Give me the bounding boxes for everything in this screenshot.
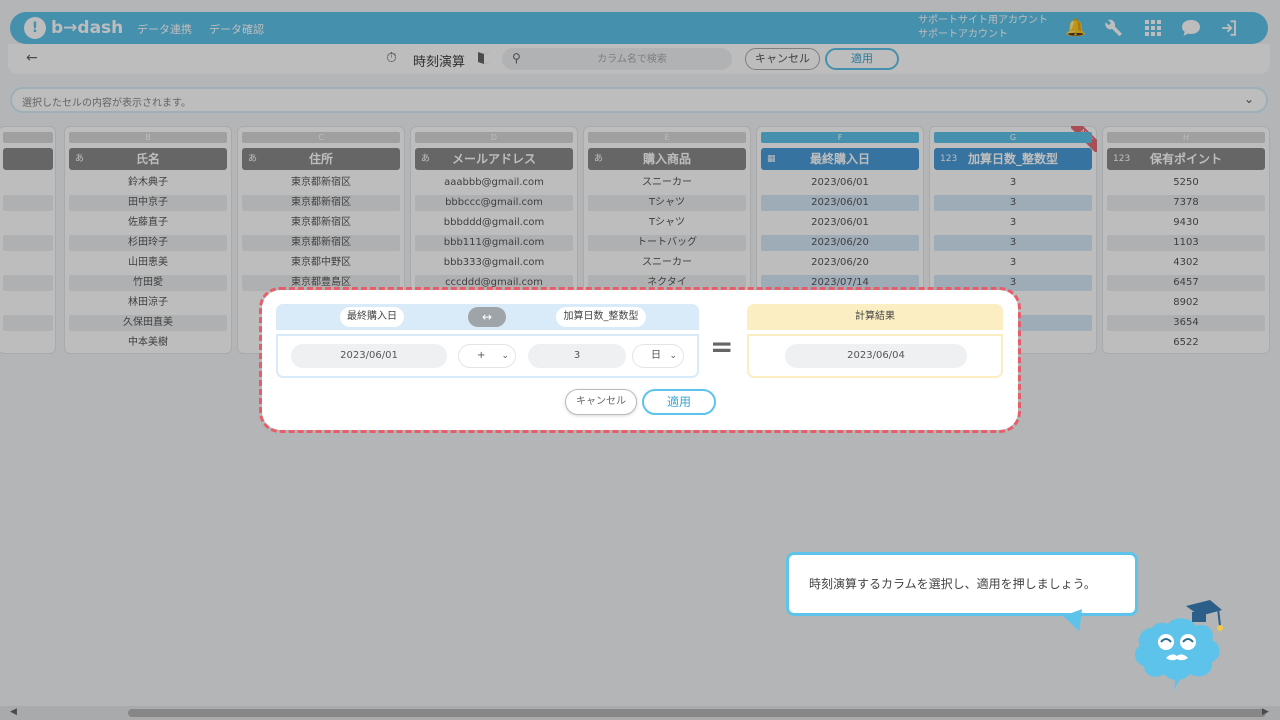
right-operand-label: 加算日数_整数型 xyxy=(556,307,646,327)
result-label: 計算結果 xyxy=(747,304,1003,330)
equals-sign: = xyxy=(710,330,734,363)
guide-tooltip: 時刻演算するカラムを選択し、適用を押しましょう。 xyxy=(786,552,1138,616)
chevron-down-icon: ⌄ xyxy=(669,351,677,361)
left-operand-label: 最終購入日 xyxy=(340,307,404,327)
operator-value: + xyxy=(477,350,486,361)
operand-inputs: 2023/06/01 + ⌄ 3 日 ⌄ xyxy=(276,334,699,378)
chevron-down-icon: ⌄ xyxy=(501,351,509,361)
dialog-apply-button[interactable]: 適用 xyxy=(642,389,716,415)
unit-value: 日 xyxy=(651,350,661,361)
mascot-character-icon xyxy=(1135,600,1223,690)
time-calc-dialog: 最終購入日 ↔ 加算日数_整数型 2023/06/01 + ⌄ 3 日 ⌄ = … xyxy=(259,287,1021,433)
swap-icon[interactable]: ↔ xyxy=(468,307,506,327)
number-value-field[interactable]: 3 xyxy=(528,344,626,368)
result-box: 2023/06/04 xyxy=(747,334,1003,378)
result-value: 2023/06/04 xyxy=(785,344,967,368)
dialog-cancel-button[interactable]: キャンセル xyxy=(565,389,637,415)
date-value-field[interactable]: 2023/06/01 xyxy=(291,344,447,368)
operator-select[interactable]: + ⌄ xyxy=(458,344,516,368)
operand-label-bar: 最終購入日 ↔ 加算日数_整数型 xyxy=(276,304,699,330)
unit-select[interactable]: 日 ⌄ xyxy=(632,344,684,368)
